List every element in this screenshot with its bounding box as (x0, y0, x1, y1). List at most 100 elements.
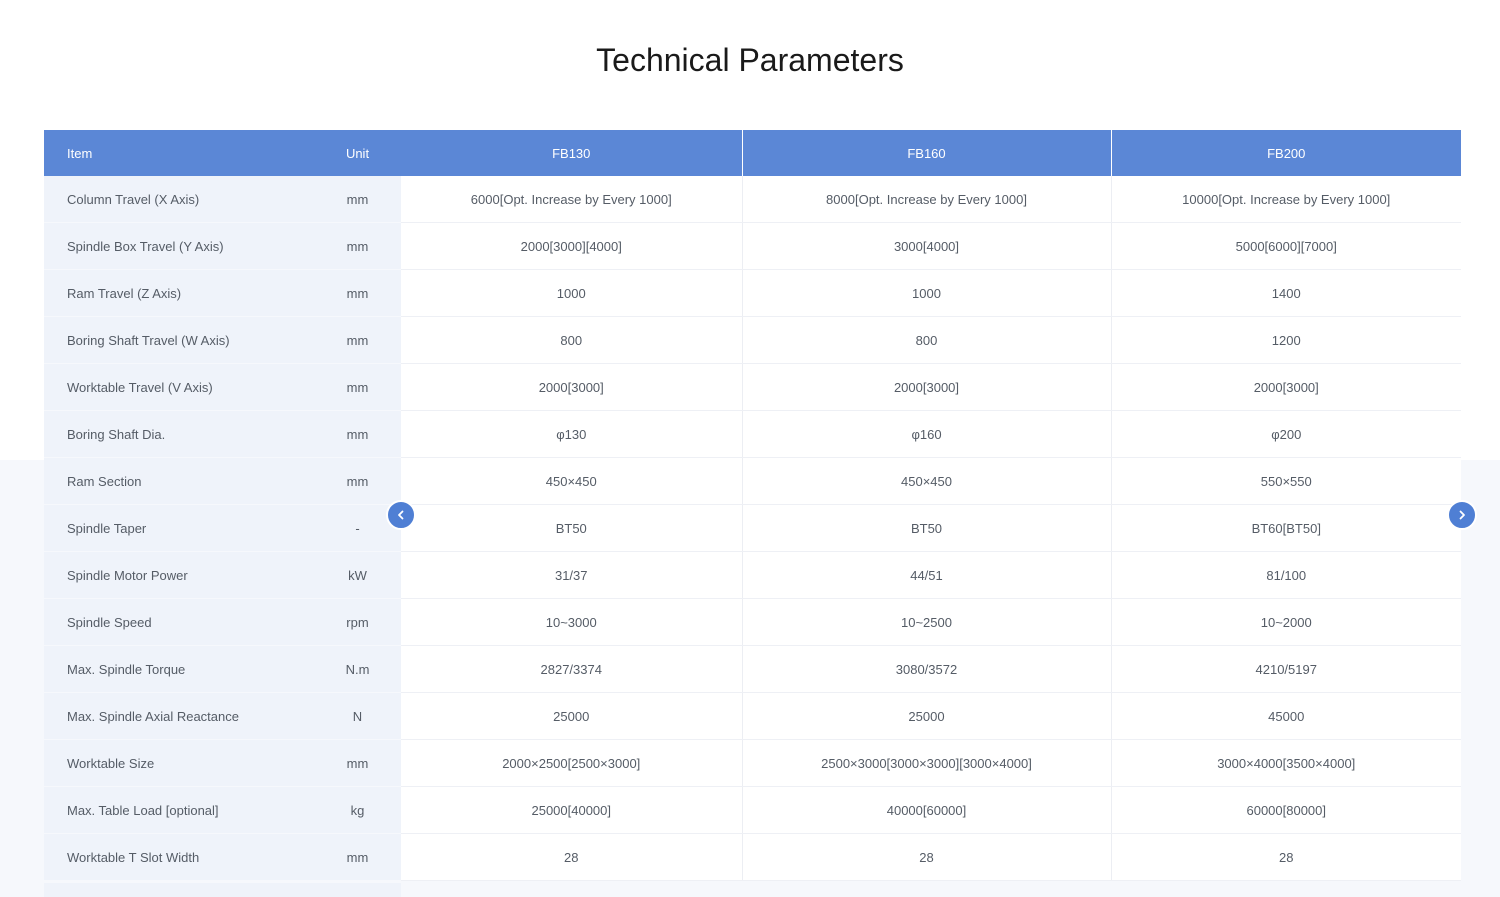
row-value-fb200: 5000[6000][7000] (1111, 222, 1461, 270)
row-value-fb200: φ200 (1111, 410, 1461, 458)
row-item-label: Ram Travel (Z Axis) (44, 269, 314, 317)
row-item-label: Worktable Travel (V Axis) (44, 363, 314, 411)
row-unit: mm (314, 316, 401, 364)
row-item-label: Boring Shaft Travel (W Axis) (44, 316, 314, 364)
row-unit: mm (314, 410, 401, 458)
row-value-fb200: 1200 (1111, 316, 1461, 364)
table-row: Max. Spindle Axial Reactance N 25000 25000 4… (44, 692, 1461, 740)
row-value-fb160: 8000[Opt. Increase by Every 1000] (742, 176, 1112, 223)
table-row: Spindle Taper - BT50 BT50 BT60[BT50] (44, 504, 1461, 552)
table-header-row: Item Unit FB130 FB160 FB200 (44, 130, 1461, 176)
row-item-label: Boring Shaft Dia. (44, 410, 314, 458)
row-item-label: Worktable Size (44, 739, 314, 787)
row-value-fb160: 800 (742, 316, 1112, 364)
row-value-fb130: 2000×2500[2500×3000] (401, 739, 743, 787)
header-model-fb160: FB160 (742, 130, 1112, 176)
table-row: Ram Section mm 450×450 450×450 550×550 (44, 457, 1461, 505)
header-model-fb200: FB200 (1111, 130, 1461, 176)
row-unit: rpm (314, 598, 401, 646)
row-item-label: Max. Spindle Axial Reactance (44, 692, 314, 740)
table-row: Boring Shaft Dia. mm φ130 φ160 φ200 (44, 410, 1461, 458)
prev-button[interactable] (386, 500, 416, 530)
row-value-fb160: 3080/3572 (742, 645, 1112, 693)
table-row: Worktable T Slot Width mm 28 28 28 (44, 833, 1461, 881)
table-row: Boring Shaft Travel (W Axis) mm 800 800 1200 (44, 316, 1461, 364)
row-value-fb200: 2000[3000] (1111, 363, 1461, 411)
row-value-fb130: 31/37 (401, 551, 743, 599)
row-value-fb130: BT50 (401, 504, 743, 552)
row-value-fb160: 1000 (742, 269, 1112, 317)
row-item-label: Spindle Motor Power (44, 551, 314, 599)
row-item-label: Max. Table Load [optional] (44, 786, 314, 834)
next-button[interactable] (1447, 500, 1477, 530)
row-unit: N (314, 692, 401, 740)
table-row: Spindle Motor Power kW 31/37 44/51 81/100 (44, 551, 1461, 599)
row-value-fb160: 10~2500 (742, 598, 1112, 646)
row-item-label: Column Travel (X Axis) (44, 176, 314, 223)
row-unit: mm (314, 269, 401, 317)
row-value-fb200: 81/100 (1111, 551, 1461, 599)
row-item-label: Ram Section (44, 457, 314, 505)
row-value-fb130: 1000 (401, 269, 743, 317)
row-value-fb130: 800 (401, 316, 743, 364)
table-row: Ram Travel (Z Axis) mm 1000 1000 1400 (44, 269, 1461, 317)
row-unit: mm (314, 363, 401, 411)
row-value-fb130: 28 (401, 833, 743, 881)
header-unit: Unit (314, 130, 401, 176)
row-unit: mm (314, 222, 401, 270)
row-value-fb130: 6000[Opt. Increase by Every 1000] (401, 176, 743, 223)
row-value-fb130: φ130 (401, 410, 743, 458)
row-value-fb160: 40000[60000] (742, 786, 1112, 834)
row-item-label: Max. Spindle Torque (44, 645, 314, 693)
row-value-fb200: BT60[BT50] (1111, 504, 1461, 552)
table-row: Spindle Speed rpm 10~3000 10~2500 10~2000 (44, 598, 1461, 646)
row-value-fb200: 28 (1111, 833, 1461, 881)
header-item: Item (44, 130, 314, 176)
row-value-fb130: 450×450 (401, 457, 743, 505)
row-value-fb160: 28 (742, 833, 1112, 881)
row-value-fb130: 25000 (401, 692, 743, 740)
row-value-fb160: BT50 (742, 504, 1112, 552)
row-value-fb130: 10~3000 (401, 598, 743, 646)
row-item-label: Spindle Speed (44, 598, 314, 646)
row-unit: mm (314, 176, 401, 223)
table-row-partial (44, 883, 401, 897)
row-value-fb160: 450×450 (742, 457, 1112, 505)
row-unit: mm (314, 833, 401, 881)
row-value-fb200: 550×550 (1111, 457, 1461, 505)
row-value-fb200: 1400 (1111, 269, 1461, 317)
row-item-label: Worktable T Slot Width (44, 833, 314, 881)
row-unit: mm (314, 739, 401, 787)
row-value-fb160: 25000 (742, 692, 1112, 740)
row-value-fb200: 10000[Opt. Increase by Every 1000] (1111, 176, 1461, 223)
row-value-fb160: 44/51 (742, 551, 1112, 599)
row-value-fb200: 4210/5197 (1111, 645, 1461, 693)
row-unit: kW (314, 551, 401, 599)
row-value-fb130: 2000[3000] (401, 363, 743, 411)
table-row: Worktable Travel (V Axis) mm 2000[3000] 200… (44, 363, 1461, 411)
header-model-fb130: FB130 (401, 130, 743, 176)
row-item-label: Spindle Taper (44, 504, 314, 552)
table-row: Worktable Size mm 2000×2500[2500×3000] 2500… (44, 739, 1461, 787)
page-title: Technical Parameters (596, 42, 904, 78)
row-value-fb200: 60000[80000] (1111, 786, 1461, 834)
row-unit: mm (314, 457, 401, 505)
row-value-fb200: 3000×4000[3500×4000] (1111, 739, 1461, 787)
row-value-fb160: 2000[3000] (742, 363, 1112, 411)
table-body: Column Travel (X Axis) mm 6000[Opt. Increa… (44, 176, 1461, 881)
row-item-label: Spindle Box Travel (Y Axis) (44, 222, 314, 270)
row-value-fb160: φ160 (742, 410, 1112, 458)
chevron-right-icon (1456, 509, 1468, 521)
row-value-fb130: 2000[3000][4000] (401, 222, 743, 270)
row-value-fb200: 10~2000 (1111, 598, 1461, 646)
row-value-fb200: 45000 (1111, 692, 1461, 740)
chevron-left-icon (395, 509, 407, 521)
row-value-fb130: 25000[40000] (401, 786, 743, 834)
row-unit: N.m (314, 645, 401, 693)
row-value-fb130: 2827/3374 (401, 645, 743, 693)
table-row: Spindle Box Travel (Y Axis) mm 2000[3000][… (44, 222, 1461, 270)
row-value-fb160: 3000[4000] (742, 222, 1112, 270)
table-row: Max. Spindle Torque N.m 2827/3374 3080/3572… (44, 645, 1461, 693)
spec-table: Item Unit FB130 FB160 FB200 Column Trave… (44, 130, 1461, 881)
table-row: Max. Table Load [optional] kg 25000[40000]… (44, 786, 1461, 834)
